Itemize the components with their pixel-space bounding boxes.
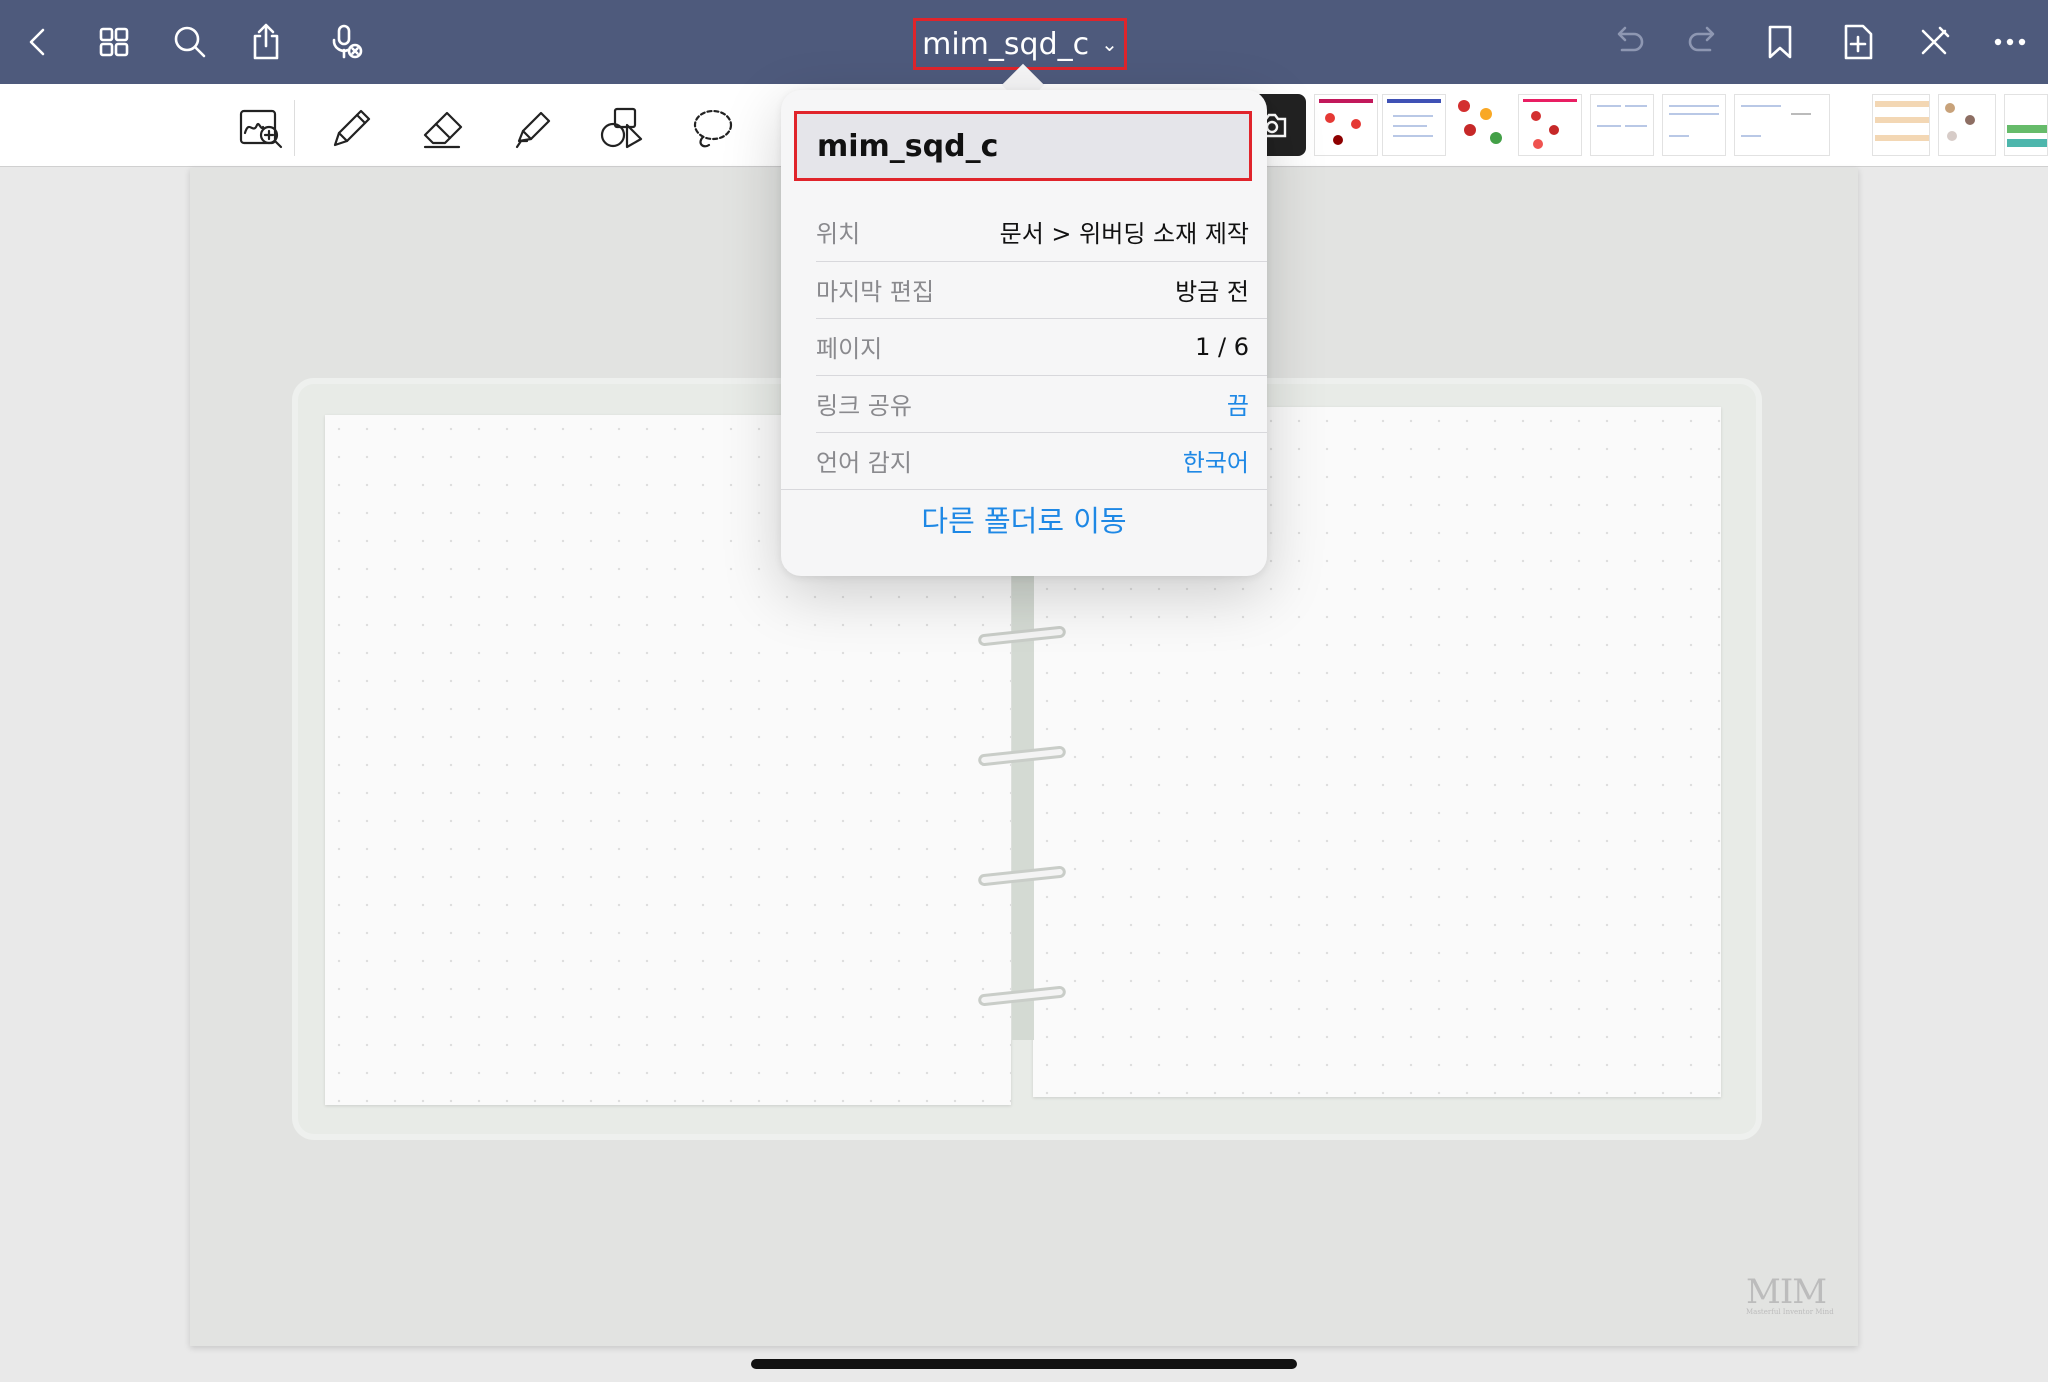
move-to-folder-button[interactable]: 다른 폴더로 이동 xyxy=(781,482,1267,556)
page-thumbnail[interactable] xyxy=(1518,94,1582,156)
document-title: mim_sqd_c xyxy=(922,26,1090,62)
back-chevron-icon[interactable] xyxy=(12,16,64,68)
language-select[interactable]: 한국어 xyxy=(1183,443,1249,478)
eraser-icon[interactable] xyxy=(412,98,472,158)
page-thumbnail[interactable] xyxy=(1938,94,1996,156)
share-icon[interactable] xyxy=(240,16,292,68)
page-thumbnail[interactable] xyxy=(1590,94,1654,156)
page-thumbnail[interactable] xyxy=(2004,94,2048,156)
document-info-popover: mim_sqd_c 위치 문서 > 위버딩 소재 제작 마지막 편집 방금 전 … xyxy=(781,90,1267,576)
close-tools-icon[interactable] xyxy=(1908,16,1960,68)
info-row-last-edited: 마지막 편집 방금 전 xyxy=(781,261,1267,318)
watermark-text: MIM xyxy=(1746,1272,1827,1312)
info-value: 문서 > 위버딩 소재 제작 xyxy=(999,220,1249,248)
more-icon[interactable] xyxy=(1984,16,2036,68)
info-row-location: 위치 문서 > 위버딩 소재 제작 xyxy=(781,203,1267,260)
info-label: 링크 공유 xyxy=(816,392,912,420)
info-row-language[interactable]: 언어 감지 한국어 xyxy=(781,432,1267,489)
toolbar-divider xyxy=(294,100,295,156)
add-page-icon[interactable] xyxy=(1832,16,1884,68)
zoom-window-icon[interactable] xyxy=(230,98,290,158)
undo-icon[interactable] xyxy=(1602,16,1654,68)
info-row-pages: 페이지 1 / 6 xyxy=(781,318,1267,375)
brand-watermark: MIM Masterful Inventor Mind xyxy=(1746,1272,1834,1316)
info-value: 1 / 6 xyxy=(1195,332,1249,361)
info-value: 방금 전 xyxy=(1175,278,1249,306)
watermark-subtext: Masterful Inventor Mind xyxy=(1746,1308,1834,1316)
chevron-down-icon: ⌄ xyxy=(1101,32,1118,56)
page-thumbnail[interactable] xyxy=(1662,94,1726,156)
lasso-icon[interactable] xyxy=(682,98,742,158)
document-title-button[interactable]: mim_sqd_c ⌄ xyxy=(913,18,1127,70)
link-sharing-toggle[interactable]: 끔 xyxy=(1227,386,1249,421)
mic-off-icon[interactable] xyxy=(320,16,372,68)
page-thumbnail[interactable] xyxy=(1382,94,1446,156)
grid-icon[interactable] xyxy=(88,16,140,68)
page-thumbnail[interactable] xyxy=(1314,94,1378,156)
page-thumbnail[interactable] xyxy=(1734,94,1830,156)
home-indicator xyxy=(751,1359,1297,1369)
info-label: 페이지 xyxy=(816,335,883,363)
info-row-link-sharing[interactable]: 링크 공유 끔 xyxy=(781,375,1267,432)
pen-icon[interactable] xyxy=(320,98,380,158)
document-name-field[interactable]: mim_sqd_c xyxy=(794,111,1252,181)
bookmark-icon[interactable] xyxy=(1754,16,1806,68)
info-label: 언어 감지 xyxy=(816,449,912,477)
page-thumbnail[interactable] xyxy=(1450,94,1514,156)
shapes-icon[interactable] xyxy=(592,98,652,158)
info-label: 위치 xyxy=(816,220,861,248)
search-icon[interactable] xyxy=(164,16,216,68)
info-label: 마지막 편집 xyxy=(816,278,935,306)
page-thumbnail[interactable] xyxy=(1872,94,1930,156)
redo-icon[interactable] xyxy=(1678,16,1730,68)
highlighter-icon[interactable] xyxy=(502,98,562,158)
